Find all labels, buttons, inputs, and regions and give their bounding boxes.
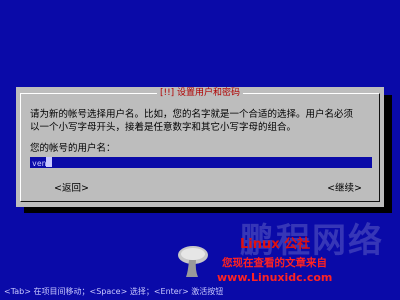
username-input[interactable]: ven (30, 157, 372, 168)
text-cursor (46, 157, 53, 167)
dialog-title: [!!] 设置用户和密码 (156, 87, 244, 99)
back-button[interactable]: <返回> (54, 180, 89, 194)
watermark-brand: Linux 公社 (240, 237, 311, 252)
dialog-description: 请为新的帐号选择用户名。比如，您的名字就是一个合适的选择。用户名必须 以一个小写… (30, 108, 370, 134)
mushroom-logo-icon (178, 246, 208, 277)
user-setup-dialog: [!!] 设置用户和密码 请为新的帐号选择用户名。比如，您的名字就是一个合适的选… (16, 87, 384, 207)
username-label: 您的帐号的用户名： (30, 143, 116, 154)
watermark-caption: 您现在查看的文章来自 (222, 257, 327, 269)
continue-button[interactable]: <继续> (327, 180, 362, 194)
keyboard-hint: <Tab> 在项目间移动；<Space> 选择；<Enter> 激活按钮 (4, 287, 224, 296)
username-value: ven (32, 159, 47, 168)
watermark-url: www.Linuxidc.com (217, 271, 333, 284)
description-line: 请为新的帐号选择用户名。比如，您的名字就是一个合适的选择。用户名必须 (30, 109, 354, 120)
description-line: 以一个小写字母开头，接着是任意数字和其它小写字母的组合。 (30, 122, 297, 133)
dialog-shadow-right (384, 95, 392, 213)
